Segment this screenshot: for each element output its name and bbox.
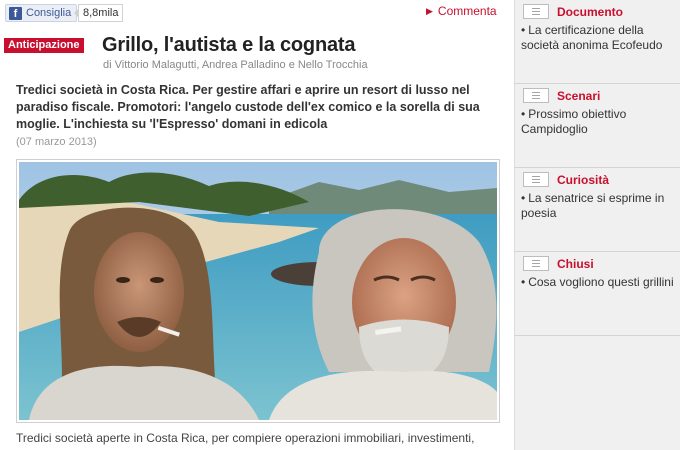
related-box-title: Scenari — [557, 89, 601, 103]
related-box-link[interactable]: • Cosa vogliono questi grillini — [521, 275, 677, 290]
article-date: (07 marzo 2013) — [16, 136, 97, 148]
facebook-like-button[interactable]: f Consiglia — [5, 4, 78, 22]
related-box-title: Curiosità — [557, 173, 610, 187]
document-icon — [523, 256, 549, 271]
document-icon — [523, 88, 549, 103]
facebook-icon: f — [9, 6, 22, 20]
related-box-link-text: Cosa vogliono questi grillini — [528, 275, 674, 289]
arrow-right-icon: ▶ — [426, 6, 433, 16]
related-box-curiosita[interactable]: Curiosità • La senatrice si esprime in po… — [515, 168, 680, 252]
related-box-link[interactable]: • Prossimo obiettivo Campidoglio — [521, 107, 677, 137]
related-box-link[interactable]: • La certificazione della società anonima… — [521, 23, 677, 53]
document-icon — [523, 172, 549, 187]
related-box-link-text: La senatrice si esprime in poesia — [521, 191, 665, 220]
article-category-tag: Anticipazione — [4, 38, 84, 53]
related-box-scenari[interactable]: Scenari • Prossimo obiettivo Campidoglio — [515, 84, 680, 168]
related-sidebar: Documento • La certificazione della socie… — [514, 0, 680, 450]
related-box-link[interactable]: • La senatrice si esprime in poesia — [521, 191, 677, 221]
article-body: Tredici società aperte in Costa Rica, pe… — [16, 431, 475, 445]
article-title: Grillo, l'autista e la cognata — [102, 34, 356, 56]
comments-label: Commenta — [437, 4, 497, 18]
related-box-link-text: Prossimo obiettivo Campidoglio — [521, 107, 627, 136]
article-photo — [16, 159, 500, 423]
facebook-like-label: Consiglia — [26, 7, 72, 19]
related-box-link-text: La certificazione della società anonima … — [521, 23, 663, 52]
related-box-chiusi[interactable]: Chiusi • Cosa vogliono questi grillini — [515, 252, 680, 336]
related-box-documento[interactable]: Documento • La certificazione della socie… — [515, 0, 680, 84]
related-box-title: Documento — [557, 5, 623, 19]
article-byline: di Vittorio Malagutti, Andrea Palladino … — [103, 59, 368, 71]
facebook-like-count: 8,8mila — [73, 4, 124, 22]
document-icon — [523, 4, 549, 19]
photo-illustration — [19, 162, 497, 420]
related-box-title: Chiusi — [557, 257, 594, 271]
comments-link[interactable]: ▶ Commenta — [426, 4, 497, 18]
article-summary: Tredici società in Costa Rica. Per gesti… — [16, 83, 480, 131]
